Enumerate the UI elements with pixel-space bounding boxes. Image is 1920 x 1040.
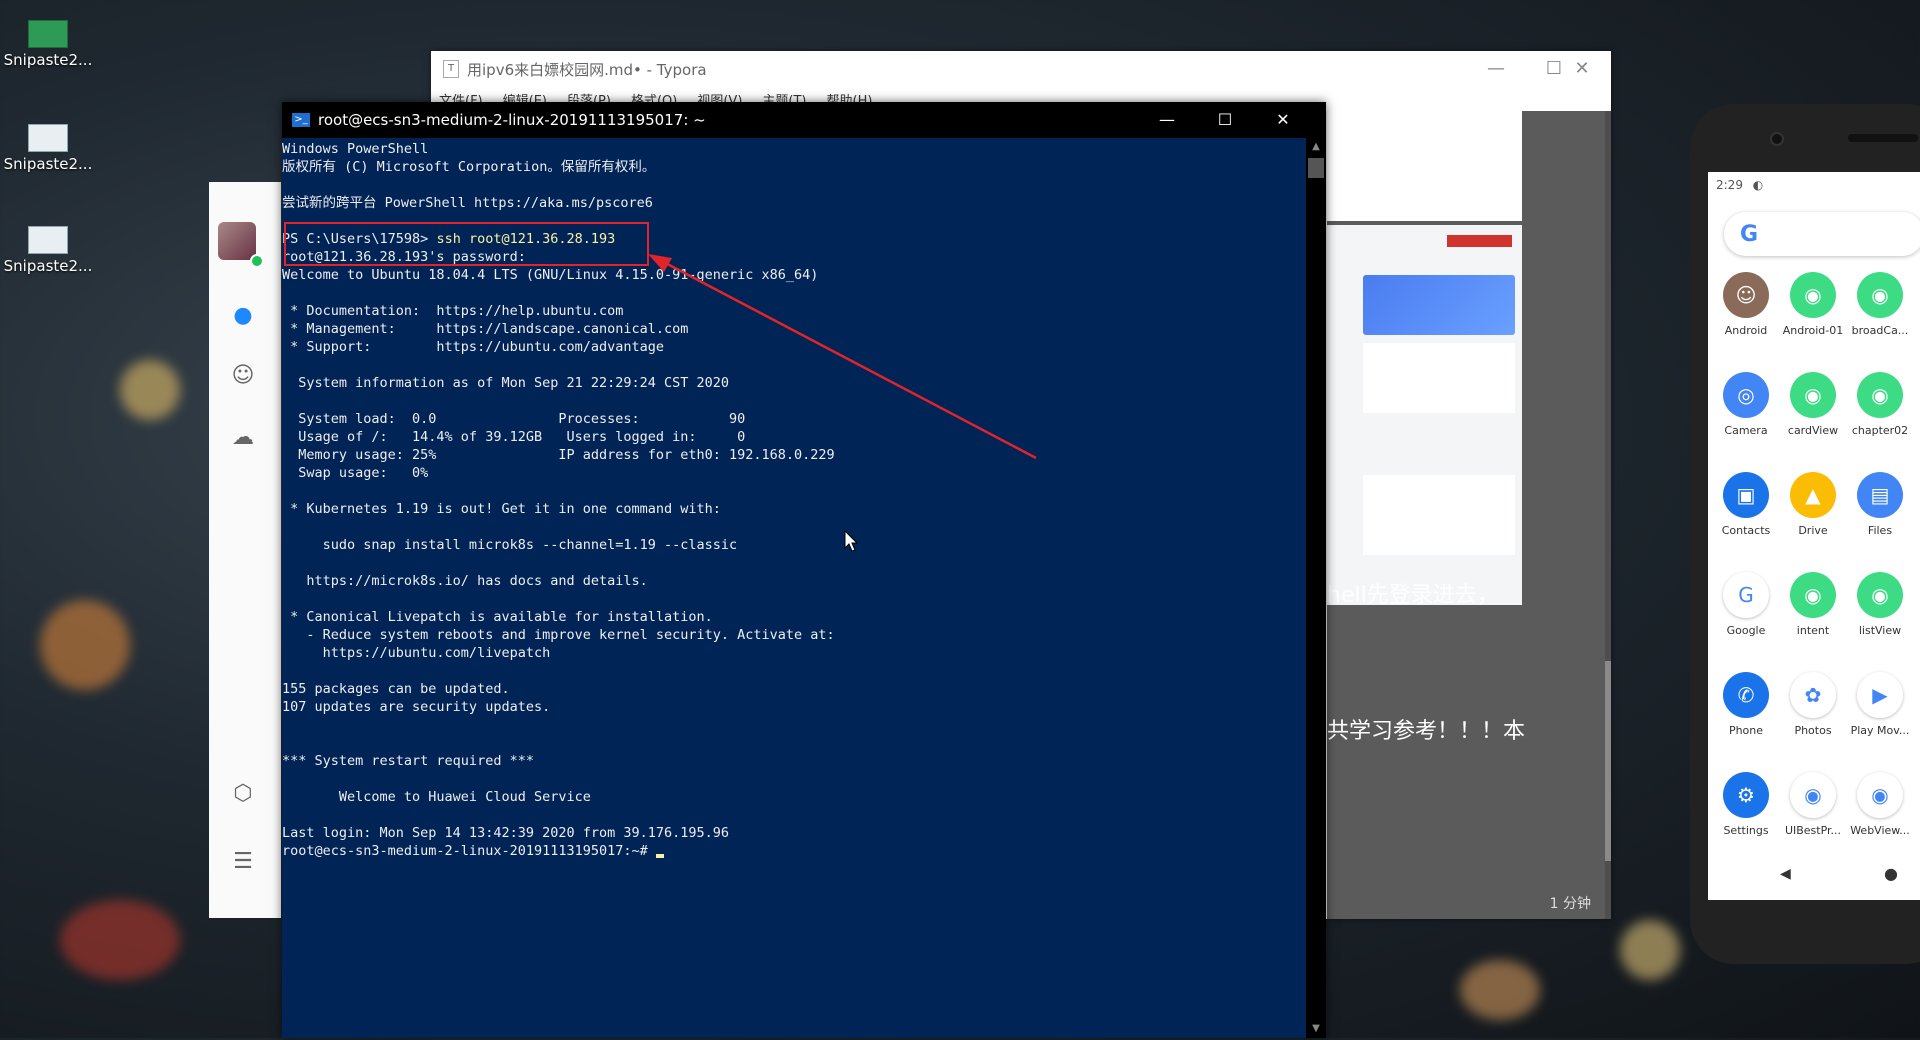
app-glyph-icon: ◉: [1790, 372, 1836, 418]
app-icon-broadca[interactable]: ◉ broadCa...: [1846, 272, 1914, 337]
app-glyph-icon: ◉: [1857, 572, 1903, 618]
front-camera-icon: [1770, 132, 1784, 146]
app-label: Camera: [1724, 424, 1768, 437]
speaker-grille: [1848, 134, 1918, 142]
app-glyph-icon: ◉: [1857, 372, 1903, 418]
app-label: Phone: [1728, 724, 1764, 737]
app-icon-files[interactable]: ▤ Files: [1846, 472, 1914, 537]
app-glyph-icon: ▶: [1857, 672, 1903, 718]
settings-notification-icon: ◐: [1752, 178, 1764, 192]
app-glyph-icon: ◉: [1790, 772, 1836, 818]
app-label: WebView...: [1850, 824, 1910, 837]
app-label: Settings: [1723, 824, 1769, 837]
app-glyph-icon: ▤: [1857, 472, 1903, 518]
android-home-screen: 2:29 ◐ G ☺ Android ◉ Android-01 ◉ broadCa... ◎…: [1708, 172, 1920, 900]
app-label: Android-01: [1782, 324, 1844, 337]
app-glyph-icon: ◉: [1857, 772, 1903, 818]
app-glyph-icon: ◉: [1790, 272, 1836, 318]
app-icon-intent[interactable]: ◉ intent: [1779, 572, 1847, 637]
app-label: intent: [1796, 624, 1830, 637]
app-icon-camera[interactable]: ◎ Camera: [1712, 372, 1780, 437]
google-icon: G: [1740, 222, 1759, 247]
app-glyph-icon: ☺: [1723, 272, 1769, 318]
app-icon-contacts[interactable]: ▣ Contacts: [1712, 472, 1780, 537]
app-glyph-icon: ✆: [1723, 672, 1769, 718]
app-glyph-icon: ✿: [1790, 672, 1836, 718]
app-icon-photos[interactable]: ✿ Photos: [1779, 672, 1847, 737]
app-label: Contacts: [1721, 524, 1771, 537]
app-label: chapter02: [1851, 424, 1909, 437]
app-label: UIBestPr...: [1784, 824, 1842, 837]
annotation-arrow: [648, 254, 1037, 460]
app-glyph-icon: ◉: [1790, 572, 1836, 618]
mouse-cursor-icon: [844, 530, 858, 552]
app-icon-settings[interactable]: ⚙ Settings: [1712, 772, 1780, 837]
app-label: Android: [1724, 324, 1768, 337]
app-icon-google[interactable]: G Google: [1712, 572, 1780, 637]
app-glyph-icon: G: [1723, 572, 1769, 618]
app-icon-android-01[interactable]: ◉ Android-01: [1779, 272, 1847, 337]
app-icon-listview[interactable]: ◉ listView: [1846, 572, 1914, 637]
app-glyph-icon: ▣: [1723, 472, 1769, 518]
app-glyph-icon: ◉: [1857, 272, 1903, 318]
home-icon[interactable]: ●: [1884, 864, 1898, 883]
google-search-bar[interactable]: G: [1724, 212, 1920, 256]
back-icon[interactable]: ◀: [1780, 866, 1791, 882]
app-icon-cardview[interactable]: ◉ cardView: [1779, 372, 1847, 437]
arrow-shaft: [655, 256, 1037, 460]
arrow-head: [648, 254, 672, 272]
app-label: Files: [1867, 524, 1893, 537]
status-time: 2:29: [1716, 178, 1743, 192]
app-glyph-icon: ⚙: [1723, 772, 1769, 818]
app-label: broadCa...: [1851, 324, 1909, 337]
app-label: listView: [1858, 624, 1902, 637]
android-status-bar: 2:29 ◐: [1708, 172, 1920, 198]
app-label: Google: [1726, 624, 1766, 637]
app-icon-chapter02[interactable]: ◉ chapter02: [1846, 372, 1914, 437]
app-icon-drive[interactable]: ▲ Drive: [1779, 472, 1847, 537]
app-label: Play Mov...: [1850, 724, 1910, 737]
app-glyph-icon: ◎: [1723, 372, 1769, 418]
android-nav-bar: ◀ ●: [1708, 862, 1920, 892]
app-label: Drive: [1798, 524, 1828, 537]
app-label: Photos: [1794, 724, 1832, 737]
app-icon-phone[interactable]: ✆ Phone: [1712, 672, 1780, 737]
app-glyph-icon: ▲: [1790, 472, 1836, 518]
app-label: cardView: [1787, 424, 1839, 437]
app-icon-webview[interactable]: ◉ WebView...: [1846, 772, 1914, 837]
app-icon-uibestpr[interactable]: ◉ UIBestPr...: [1779, 772, 1847, 837]
app-icon-android[interactable]: ☺ Android: [1712, 272, 1780, 337]
app-icon-play-mov[interactable]: ▶ Play Mov...: [1846, 672, 1914, 737]
